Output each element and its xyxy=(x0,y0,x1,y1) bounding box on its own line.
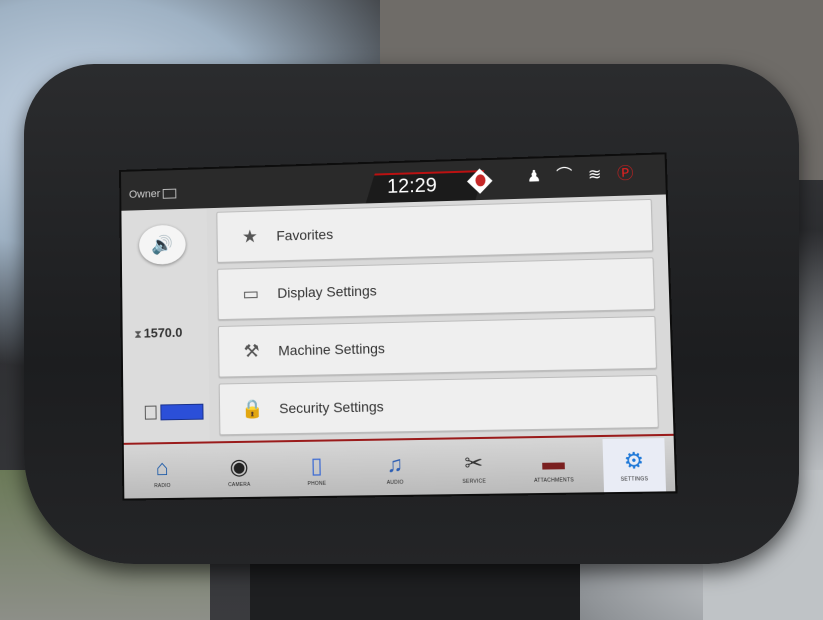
user-badge-icon xyxy=(163,188,177,199)
parking-brake-icon: Ⓟ xyxy=(616,165,634,183)
nav-label: AUDIO xyxy=(386,479,404,486)
user-profile[interactable]: Owner xyxy=(129,188,177,201)
menu-item-favorites[interactable]: ★ Favorites xyxy=(216,198,654,263)
menu-item-label: Display Settings xyxy=(277,282,377,301)
speaker-icon: 🔊 xyxy=(151,234,174,255)
settings-gear-icon: ⚙ xyxy=(623,447,645,474)
fuel-gauge xyxy=(144,403,204,421)
audio-icon: ♫ xyxy=(386,451,404,477)
hour-meter: ⧗ 1570.0 xyxy=(134,325,182,342)
home-icon: ⌂ xyxy=(155,455,169,481)
display-icon: ▭ xyxy=(242,283,260,304)
attachment-bucket-icon: ▬ xyxy=(541,448,566,475)
nav-service[interactable]: ✂ SERVICE xyxy=(443,441,505,495)
clock: 12:29 xyxy=(386,174,438,198)
status-indicators: ♟ ⌒ ≋ Ⓟ xyxy=(525,165,635,186)
menu-item-machine-settings[interactable]: ⚒ Machine Settings xyxy=(217,315,657,378)
menu-item-display-settings[interactable]: ▭ Display Settings xyxy=(217,257,656,321)
phone-icon: ▯ xyxy=(310,452,323,478)
left-panel: 🔊 ⧗ 1570.0 xyxy=(121,208,210,443)
bottom-nav: ⌂ RADIO ◉ CAMERA ▯ PHONE ♫ AUDIO ✂ SERVI… xyxy=(123,433,676,501)
menu-item-security-settings[interactable]: 🔒 Security Settings xyxy=(218,374,659,436)
nav-attachments[interactable]: ▬ ATTACHMENTS xyxy=(522,439,585,493)
hour-meter-value: 1570.0 xyxy=(143,324,183,341)
menu-item-label: Machine Settings xyxy=(278,340,385,359)
star-icon: ★ xyxy=(241,225,258,246)
camera-icon: ◉ xyxy=(229,453,249,480)
nav-label: SERVICE xyxy=(462,478,487,485)
loader-arms-icon: ⌒ xyxy=(556,167,573,185)
touch-screen: Owner 12:29 ♟ ⌒ ≋ Ⓟ 🔊 ⧗ 1570.0 ★ Favorite… xyxy=(119,152,678,501)
hourglass-icon: ⧗ xyxy=(134,328,142,341)
menu-item-label: Favorites xyxy=(276,226,334,244)
nav-label: SETTINGS xyxy=(620,476,649,483)
nav-label: ATTACHMENTS xyxy=(533,477,575,484)
operator-seat-icon: ♟ xyxy=(526,168,542,186)
settings-menu: ★ Favorites ▭ Display Settings ⚒ Machine… xyxy=(216,198,659,441)
service-tools-icon: ✂ xyxy=(464,450,484,476)
nav-settings[interactable]: ⚙ SETTINGS xyxy=(602,438,666,493)
engine-preheat-icon: ≋ xyxy=(587,166,602,184)
nav-label: RADIO xyxy=(154,482,171,490)
nav-camera[interactable]: ◉ CAMERA xyxy=(209,444,269,497)
wrench-icon: ⚒ xyxy=(243,340,260,361)
nav-radio[interactable]: ⌂ RADIO xyxy=(133,446,192,499)
lock-icon: 🔒 xyxy=(241,398,264,419)
fuel-level-bar xyxy=(160,403,204,421)
fuel-pump-icon xyxy=(144,405,157,420)
nav-audio[interactable]: ♫ AUDIO xyxy=(364,442,425,495)
nav-phone[interactable]: ▯ PHONE xyxy=(286,443,347,496)
nav-label: PHONE xyxy=(307,480,327,488)
nav-label: CAMERA xyxy=(228,481,251,489)
menu-item-label: Security Settings xyxy=(279,398,384,417)
volume-button[interactable]: 🔊 xyxy=(138,224,186,265)
user-label: Owner xyxy=(128,188,161,201)
